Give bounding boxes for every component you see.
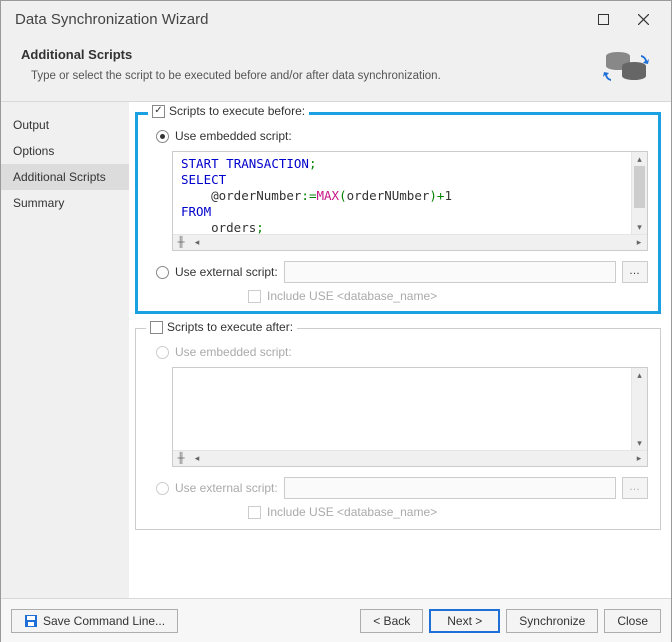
scripts-after-label: Scripts to execute after: bbox=[167, 320, 293, 334]
horizontal-scrollbar: ╫ ◂ ▸ bbox=[173, 450, 647, 466]
title-bar: Data Synchronization Wizard bbox=[1, 1, 671, 37]
scroll-right-icon: ▸ bbox=[631, 453, 647, 464]
splitter-icon[interactable]: ╫ bbox=[173, 237, 189, 248]
after-include-use-checkbox bbox=[248, 506, 261, 519]
scroll-down-icon[interactable]: ▾ bbox=[632, 220, 647, 234]
scripts-after-group: Scripts to execute after: Use embedded s… bbox=[135, 328, 661, 530]
scroll-up-icon: ▴ bbox=[632, 368, 647, 382]
scroll-right-icon[interactable]: ▸ bbox=[631, 237, 647, 248]
next-button[interactable]: Next > bbox=[429, 609, 500, 633]
save-command-line-button[interactable]: Save Command Line... bbox=[11, 609, 178, 633]
maximize-button[interactable] bbox=[583, 5, 623, 33]
before-browse-button[interactable]: … bbox=[622, 261, 648, 283]
close-button[interactable]: Close bbox=[604, 609, 661, 633]
save-icon bbox=[24, 614, 38, 628]
back-button[interactable]: < Back bbox=[360, 609, 423, 633]
close-window-button[interactable] bbox=[623, 5, 663, 33]
page-title: Additional Scripts bbox=[21, 47, 591, 62]
scroll-up-icon[interactable]: ▴ bbox=[632, 152, 647, 166]
before-include-use-checkbox bbox=[248, 290, 261, 303]
database-sync-icon bbox=[601, 47, 651, 87]
after-browse-button: … bbox=[622, 477, 648, 499]
before-embedded-radio[interactable] bbox=[156, 130, 169, 143]
scripts-before-checkbox[interactable] bbox=[152, 105, 165, 118]
before-script-editor[interactable]: START TRANSACTION; SELECT @orderNumber:=… bbox=[172, 151, 648, 251]
main-panel: Scripts to execute before: Use embedded … bbox=[129, 102, 671, 598]
sidebar-item-output[interactable]: Output bbox=[1, 112, 129, 138]
sidebar-item-options[interactable]: Options bbox=[1, 138, 129, 164]
scroll-left-icon: ◂ bbox=[189, 453, 205, 464]
horizontal-scrollbar[interactable]: ╫ ◂ ▸ bbox=[173, 234, 647, 250]
before-external-radio[interactable] bbox=[156, 266, 169, 279]
close-icon bbox=[638, 14, 649, 25]
vertical-scrollbar[interactable]: ▴ ▾ bbox=[631, 152, 647, 234]
before-embedded-label: Use embedded script: bbox=[175, 129, 292, 143]
vertical-scrollbar: ▴ ▾ bbox=[631, 368, 647, 450]
before-external-label: Use external script: bbox=[175, 265, 278, 279]
scroll-down-icon: ▾ bbox=[632, 436, 647, 450]
wizard-header: Additional Scripts Type or select the sc… bbox=[1, 37, 671, 102]
synchronize-button[interactable]: Synchronize bbox=[506, 609, 598, 633]
page-description: Type or select the script to be executed… bbox=[31, 70, 591, 82]
after-external-label: Use external script: bbox=[175, 481, 278, 495]
after-embedded-label: Use embedded script: bbox=[175, 345, 292, 359]
after-script-editor: ▴ ▾ ╫ ◂ ▸ bbox=[172, 367, 648, 467]
splitter-icon: ╫ bbox=[173, 453, 189, 464]
after-embedded-radio bbox=[156, 346, 169, 359]
scripts-before-label: Scripts to execute before: bbox=[169, 104, 305, 118]
scripts-after-checkbox[interactable] bbox=[150, 321, 163, 334]
sidebar-item-summary[interactable]: Summary bbox=[1, 190, 129, 216]
after-external-radio bbox=[156, 482, 169, 495]
code-area[interactable]: START TRANSACTION; SELECT @orderNumber:=… bbox=[173, 152, 647, 234]
scroll-thumb[interactable] bbox=[634, 166, 645, 208]
before-include-use-label: Include USE <database_name> bbox=[267, 289, 437, 303]
scripts-before-group: Scripts to execute before: Use embedded … bbox=[135, 112, 661, 314]
after-external-path-field bbox=[284, 477, 616, 499]
window-title: Data Synchronization Wizard bbox=[15, 11, 583, 28]
wizard-footer: Save Command Line... < Back Next > Synch… bbox=[1, 598, 671, 642]
after-include-use-label: Include USE <database_name> bbox=[267, 505, 437, 519]
wizard-sidebar: Output Options Additional Scripts Summar… bbox=[1, 102, 129, 598]
scroll-left-icon[interactable]: ◂ bbox=[189, 237, 205, 248]
sidebar-item-additional-scripts[interactable]: Additional Scripts bbox=[1, 164, 129, 190]
maximize-icon bbox=[598, 14, 609, 25]
before-external-path-field[interactable] bbox=[284, 261, 616, 283]
